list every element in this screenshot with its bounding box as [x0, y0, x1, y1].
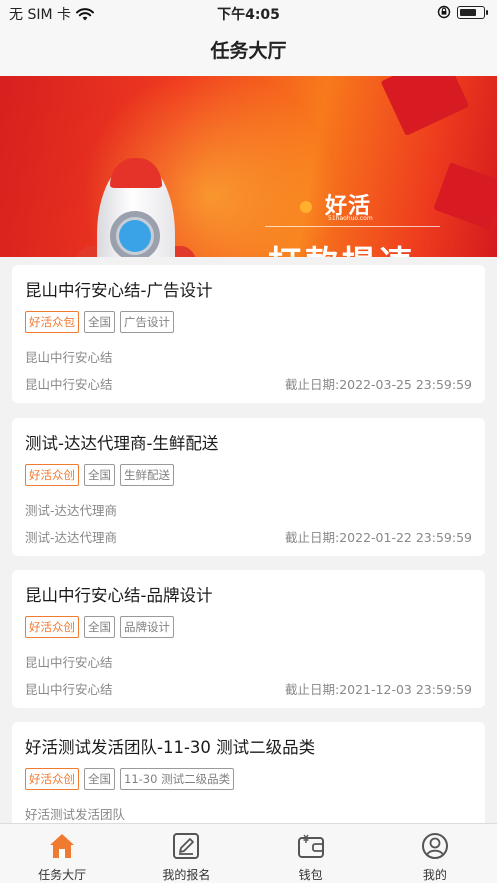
wallet-icon — [297, 834, 324, 858]
task-company: 昆山中行安心结 — [25, 655, 113, 670]
category-tag: 品牌设计 — [120, 616, 174, 638]
task-footer: 测试-达达代理商 截止日期:2022-01-22 23:59:59 — [25, 527, 472, 546]
region-tag: 全国 — [84, 311, 115, 333]
rocket-window — [110, 211, 160, 257]
logo-url: 51haohuo.com — [328, 215, 373, 222]
category-tag: 广告设计 — [120, 311, 174, 333]
tab-mine[interactable]: 我的 — [373, 824, 497, 883]
task-card[interactable]: 测试-达达代理商-生鲜配送 好活众创 全国 生鲜配送 测试-达达代理商 测试-达达代理商截… — [12, 418, 485, 556]
task-title: 昆山中行安心结-广告设计 — [25, 281, 213, 300]
task-publisher: 测试-达达代理商 — [25, 530, 118, 545]
task-tags: 好活众创 全国 11-30 测试二级品类 — [25, 768, 235, 790]
task-tags: 好活众创 全国 品牌设计 — [25, 616, 174, 638]
banner-slogan: 打款提速 — [268, 236, 416, 257]
tab-wallet[interactable]: 钱包 — [249, 824, 373, 883]
task-card[interactable]: 昆山中行安心结-广告设计 好活众包 全国 广告设计 昆山中行安心结 昆山中行安心结 截止日期… — [12, 265, 485, 403]
tab-label: 任务大厅 — [38, 868, 87, 882]
tab-label: 钱包 — [298, 868, 323, 882]
task-footer: 昆山中行安心结 截止日期:2022-03-25 23:59:59 — [25, 374, 472, 393]
battery-fill — [460, 8, 476, 16]
task-deadline: 截止日期:2021-12-03 23:59:59 — [285, 682, 472, 697]
task-publisher: 昆山中行安心结 — [25, 377, 113, 392]
tab-my-registrations[interactable]: 我的报名 — [124, 824, 248, 883]
edit-icon — [173, 833, 200, 859]
status-bar: 无 SIM 卡 下午4:05 — [0, 0, 497, 26]
task-deadline: 截止日期:2022-01-22 23:59:59 — [285, 530, 472, 545]
task-title: 好活测试发活团队-11-30 测试二级品类 — [25, 738, 316, 757]
task-title: 测试-达达代理商-生鲜配送 — [25, 434, 219, 453]
task-tags: 好活众包 全国 广告设计 — [25, 311, 174, 333]
user-icon — [421, 833, 448, 859]
red-envelope-decoration — [380, 76, 470, 136]
platform-tag: 好活众创 — [25, 768, 79, 790]
task-tags: 好活众创 全国 生鲜配送 — [25, 464, 174, 486]
banner-carousel[interactable]: 好活 51haohuo.com 打款提速 — [0, 76, 497, 257]
page-title: 任务大厅 — [0, 26, 497, 76]
coin-decoration — [300, 201, 312, 213]
tab-label: 我的 — [422, 868, 447, 882]
status-time: 下午4:05 — [217, 7, 280, 23]
region-tag: 全国 — [84, 616, 115, 638]
home-icon — [50, 834, 75, 858]
platform-tag: 好活众创 — [25, 616, 79, 638]
task-card[interactable]: 昆山中行安心结-品牌设计 好活众创 全国 品牌设计 昆山中行安心结 昆山中行安心结 截止日期… — [12, 570, 485, 708]
orientation-lock-icon — [437, 5, 451, 19]
tab-task-hall[interactable]: 任务大厅 — [0, 824, 124, 883]
category-tag: 生鲜配送 — [120, 464, 174, 486]
status-right — [437, 5, 488, 19]
tab-bar: 任务大厅 我的报名 钱包 我的 — [0, 823, 497, 883]
task-company: 测试-达达代理商 — [25, 503, 118, 518]
task-company: 好活测试发活团队 — [25, 807, 126, 822]
task-deadline: 截止日期:2022-03-25 23:59:59 — [285, 377, 472, 392]
region-tag: 全国 — [84, 768, 115, 790]
platform-tag: 好活众创 — [25, 464, 79, 486]
platform-tag: 好活众包 — [25, 311, 79, 333]
task-footer: 昆山中行安心结 截止日期:2021-12-03 23:59:59 — [25, 679, 472, 698]
task-title: 昆山中行安心结-品牌设计 — [25, 586, 213, 605]
category-tag: 11-30 测试二级品类 — [120, 768, 235, 790]
task-company: 昆山中行安心结 — [25, 350, 113, 365]
slogan-divider — [265, 226, 440, 227]
red-envelope-decoration — [433, 162, 497, 230]
battery-icon — [457, 5, 488, 19]
tab-label: 我的报名 — [162, 868, 211, 882]
region-tag: 全国 — [84, 464, 115, 486]
task-publisher: 昆山中行安心结 — [25, 682, 113, 697]
